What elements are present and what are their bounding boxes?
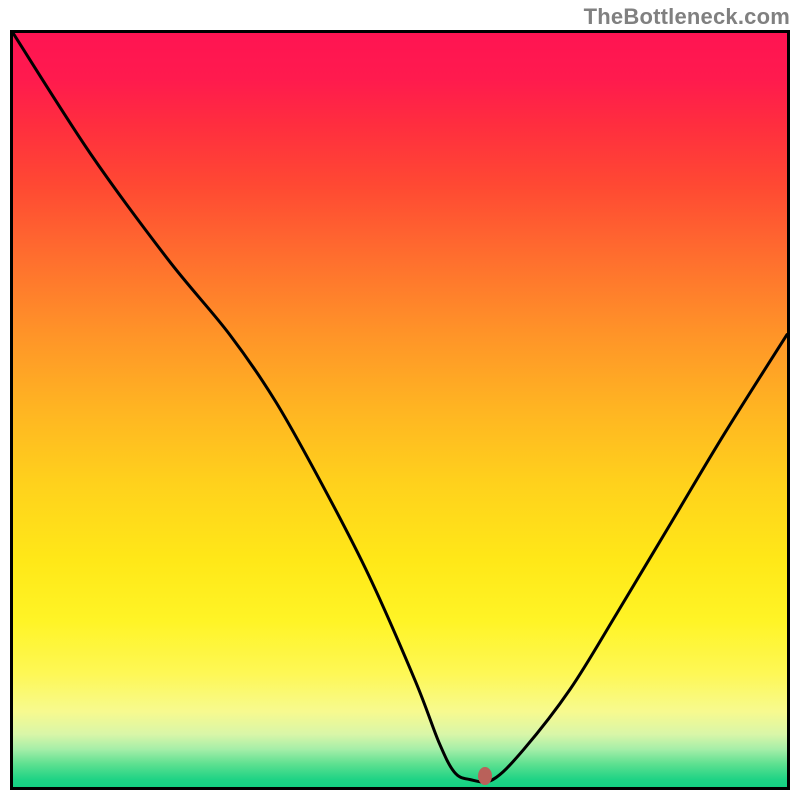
watermark-text: TheBottleneck.com bbox=[584, 4, 790, 30]
chart-stage: TheBottleneck.com bbox=[0, 0, 800, 800]
plot-frame bbox=[10, 30, 790, 790]
bottleneck-curve bbox=[13, 33, 787, 787]
curve-path bbox=[13, 33, 787, 782]
minimum-marker bbox=[478, 767, 492, 785]
